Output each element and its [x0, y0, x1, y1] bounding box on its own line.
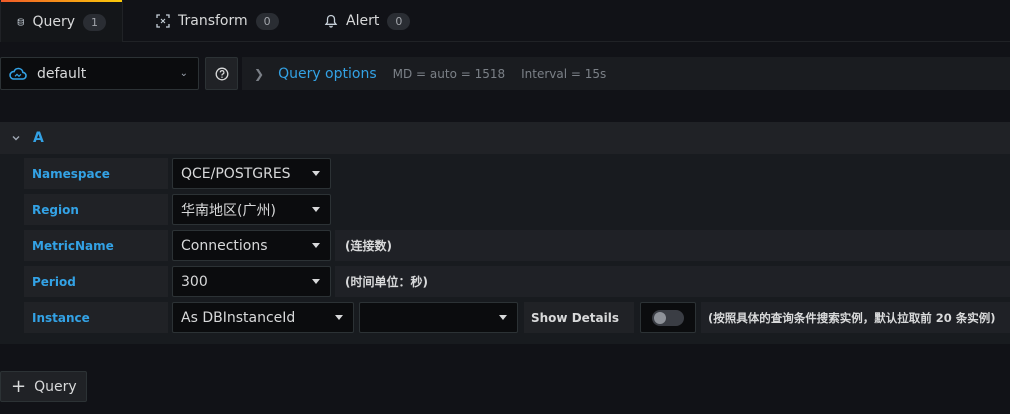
- max-data-points: MD = auto = 1518: [392, 66, 506, 81]
- period-select[interactable]: 300: [172, 266, 331, 297]
- toggle-switch[interactable]: [652, 309, 684, 326]
- metric-name-select[interactable]: Connections: [172, 230, 331, 261]
- metric-name-note: (连接数): [335, 230, 1010, 261]
- tab-alert[interactable]: Alert 0: [308, 0, 426, 42]
- transform-icon: [156, 14, 170, 28]
- period-note: (时间单位：秒): [335, 266, 1010, 297]
- tab-transform-label: Transform: [178, 13, 248, 29]
- region-select[interactable]: 华南地区(广州): [172, 194, 331, 225]
- chevron-down-icon: [12, 136, 20, 141]
- chevron-down-icon: ⌄: [179, 68, 188, 79]
- tab-query-count: 1: [83, 13, 106, 31]
- tab-query[interactable]: Query 1: [0, 0, 123, 42]
- cloud-icon: [9, 67, 27, 80]
- metric-name-label: MetricName: [24, 230, 168, 261]
- add-query-label: Query: [34, 378, 77, 395]
- bell-icon: [324, 14, 338, 28]
- add-query-button[interactable]: + Query: [0, 371, 87, 402]
- query-row-header[interactable]: A: [0, 122, 1010, 154]
- period-label: Period: [24, 266, 168, 297]
- caret-down-icon: [312, 207, 320, 212]
- tab-query-label: Query: [32, 14, 75, 30]
- interval-value: Interval = 15s: [521, 66, 607, 81]
- database-icon: [17, 18, 24, 26]
- caret-down-icon: [335, 315, 343, 320]
- caret-down-icon: [312, 279, 320, 284]
- instance-label: Instance: [24, 302, 168, 333]
- show-details-label: Show Details: [524, 302, 634, 333]
- region-value: 华南地区(广州): [181, 202, 276, 219]
- help-button[interactable]: [205, 57, 238, 90]
- tab-transform-count: 0: [255, 12, 279, 30]
- tab-alert-count: 0: [387, 12, 411, 30]
- question-circle-icon: [215, 67, 228, 80]
- chevron-right-icon: ❯: [254, 66, 265, 81]
- caret-down-icon: [312, 243, 320, 248]
- instance-id-type-select[interactable]: As DBInstanceId: [172, 302, 354, 333]
- namespace-select[interactable]: QCE/POSTGRES: [172, 158, 331, 189]
- namespace-value: QCE/POSTGRES: [181, 165, 291, 182]
- tab-transform[interactable]: Transform 0: [140, 0, 295, 42]
- namespace-label: Namespace: [24, 158, 168, 189]
- tab-alert-label: Alert: [346, 13, 380, 29]
- caret-down-icon: [499, 315, 507, 320]
- datasource-picker[interactable]: default ⌄: [0, 57, 199, 90]
- instance-id-type-value: As DBInstanceId: [181, 309, 296, 326]
- query-ref-id: A: [33, 130, 44, 146]
- period-value: 300: [181, 273, 208, 290]
- caret-down-icon: [312, 171, 320, 176]
- datasource-name: default: [37, 65, 87, 82]
- query-options-bar[interactable]: ❯ Query options MD = auto = 1518 Interva…: [242, 57, 1010, 90]
- metric-name-value: Connections: [181, 237, 268, 254]
- region-label: Region: [24, 194, 168, 225]
- query-options-label: Query options: [278, 65, 377, 82]
- plus-icon: +: [11, 375, 27, 397]
- instance-note: (按照具体的查询条件搜索实例，默认拉取前 20 条实例): [701, 302, 1010, 333]
- show-details-switch[interactable]: [640, 302, 696, 333]
- instance-select[interactable]: [359, 302, 518, 333]
